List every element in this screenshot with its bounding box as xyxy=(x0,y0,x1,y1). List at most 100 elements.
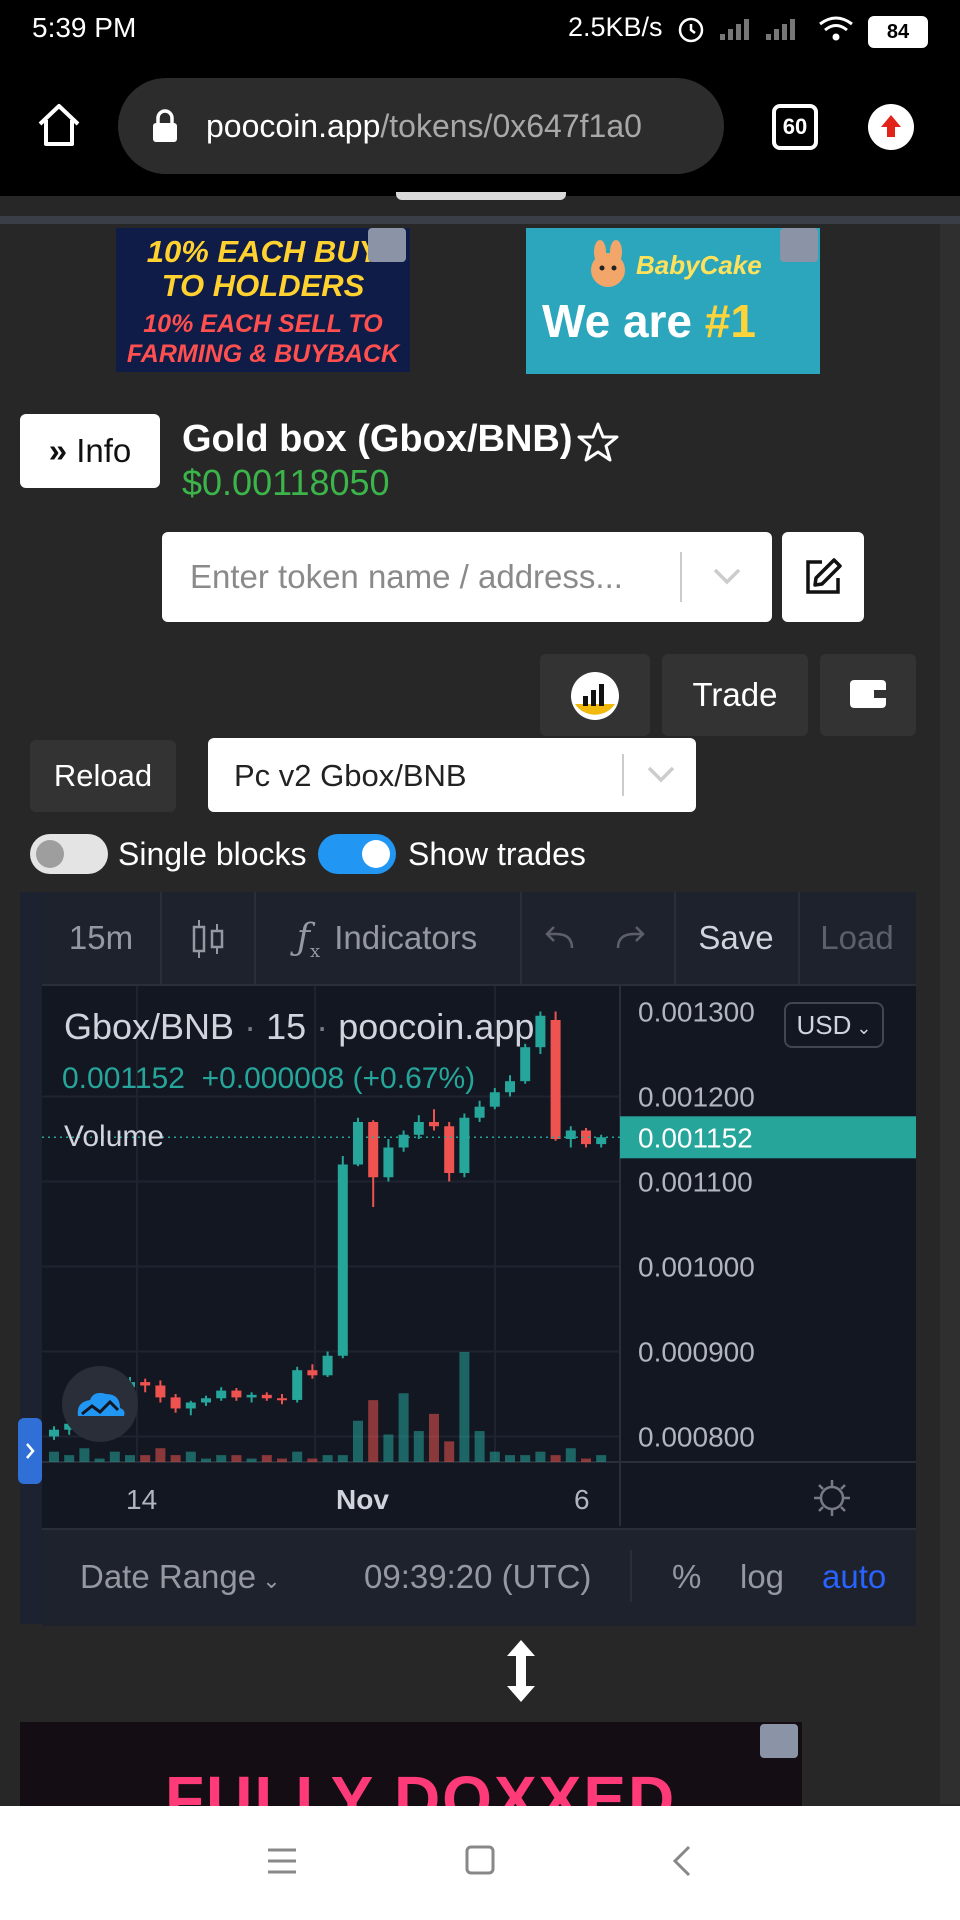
chevron-down-icon[interactable] xyxy=(710,564,744,590)
search-placeholder: Enter token name / address... xyxy=(190,558,623,595)
ad-badge-icon xyxy=(368,228,406,262)
interval-button[interactable]: 15m xyxy=(42,892,162,984)
percent-toggle[interactable]: % xyxy=(672,1558,701,1596)
candle-body xyxy=(444,1126,455,1173)
token-search-input[interactable]: Enter token name / address... xyxy=(162,532,772,622)
chevron-right-icon xyxy=(26,1443,35,1459)
volume-bar xyxy=(49,1451,59,1462)
volume-bar xyxy=(216,1455,227,1462)
time-axis[interactable] xyxy=(42,1464,916,1528)
volume-bar xyxy=(383,1434,394,1462)
chart-type-button[interactable] xyxy=(160,892,256,984)
undo-icon[interactable] xyxy=(542,922,578,954)
candle-body xyxy=(307,1370,318,1376)
show-trades-toggle[interactable] xyxy=(318,834,396,874)
redo-icon[interactable] xyxy=(612,922,648,954)
toggle-knob xyxy=(36,840,64,868)
volume-bar xyxy=(125,1455,135,1462)
chevron-down-icon: ⌄ xyxy=(851,1018,872,1038)
volume-bar xyxy=(474,1431,485,1462)
signal-icon-1 xyxy=(720,19,749,40)
volume-bar xyxy=(337,1455,348,1462)
chart-logo-button[interactable] xyxy=(62,1366,138,1442)
volume-bar xyxy=(535,1451,546,1462)
ad-tagline-text: We are xyxy=(542,295,705,347)
url-path: /tokens/0x647f1a0 xyxy=(380,108,642,144)
legend-volume: Volume xyxy=(64,1120,165,1153)
menu-icon[interactable] xyxy=(266,1846,298,1876)
legend-sep: · xyxy=(244,1006,257,1047)
divider xyxy=(0,216,960,224)
chart-button[interactable] xyxy=(540,654,650,736)
token-title: Gold box (Gbox/BNB) xyxy=(182,418,573,460)
currency-label: USD xyxy=(796,1010,852,1040)
volume-bar xyxy=(398,1393,409,1462)
home-icon[interactable] xyxy=(34,100,84,150)
save-button[interactable]: Save xyxy=(674,892,800,984)
resize-vertical-icon[interactable] xyxy=(502,1636,540,1706)
chart-toolbar: 15m ƒx Indicators Save Load xyxy=(42,892,916,986)
volume-bar xyxy=(140,1455,151,1462)
status-bar: 5:39 PM 2.5KB/s 84 xyxy=(0,0,960,60)
currency-button[interactable]: USD ⌄ xyxy=(784,1002,884,1048)
volume-bar xyxy=(459,1352,470,1462)
star-icon[interactable] xyxy=(576,420,620,464)
tab-count-button[interactable]: 60 xyxy=(772,104,818,150)
cloud-chart-icon xyxy=(77,1392,125,1416)
x-tick-label: 6 xyxy=(574,1484,590,1515)
sidebar-expand-handle[interactable] xyxy=(18,1418,42,1484)
page-gutter xyxy=(940,224,960,1804)
volume-bar xyxy=(505,1455,515,1462)
candle-body xyxy=(489,1092,500,1107)
volume-bar xyxy=(368,1400,379,1462)
volume-bar xyxy=(155,1448,166,1462)
undo-redo-group xyxy=(520,892,676,984)
volume-bar xyxy=(550,1455,561,1462)
wallet-icon xyxy=(850,680,886,708)
info-button[interactable]: » Info xyxy=(20,414,160,488)
trade-button[interactable]: Trade xyxy=(662,654,808,736)
candle-body xyxy=(550,1020,561,1139)
ad-banner-bottom[interactable]: FULLY DOXXED xyxy=(20,1722,802,1808)
wallet-button[interactable] xyxy=(820,654,916,736)
home-square-icon[interactable] xyxy=(464,1844,496,1876)
candle-body xyxy=(261,1394,272,1399)
upload-button[interactable] xyxy=(868,104,914,150)
load-button[interactable]: Load xyxy=(798,892,916,984)
double-chevron-right-icon: » xyxy=(48,432,68,469)
volume-bar xyxy=(277,1458,287,1462)
date-range-button[interactable]: Date Range ⌄ xyxy=(80,1558,281,1596)
auto-toggle[interactable]: auto xyxy=(822,1558,886,1596)
last-price-label: 0.001152 xyxy=(638,1122,753,1153)
address-bar[interactable]: poocoin.app/tokens/0x647f1a0 xyxy=(118,78,724,174)
chevron-down-icon[interactable] xyxy=(644,762,678,788)
candle-body xyxy=(368,1122,379,1178)
indicators-button[interactable]: ƒx Indicators xyxy=(254,892,522,984)
ad-tagline: We are #1 xyxy=(542,294,756,348)
ad-banner-left[interactable]: 10% EACH BUY TO HOLDERS 10% EACH SELL TO… xyxy=(116,228,410,372)
ad-text: FULLY DOXXED xyxy=(165,1763,677,1808)
candle-body xyxy=(337,1164,348,1356)
ad-banner-right[interactable]: BabyCake We are #1 xyxy=(526,228,820,374)
reload-button[interactable]: Reload xyxy=(30,740,176,812)
ad-badge-icon xyxy=(760,1724,798,1758)
function-icon: ƒx xyxy=(296,917,321,963)
log-toggle[interactable]: log xyxy=(740,1558,784,1596)
single-blocks-toggle[interactable] xyxy=(30,834,108,874)
edit-button[interactable] xyxy=(782,532,864,622)
volume-bar xyxy=(307,1458,318,1462)
ad-text: 10% EACH BUY xyxy=(146,234,380,269)
back-icon[interactable] xyxy=(670,1844,694,1878)
candle-body xyxy=(216,1390,227,1399)
info-label: Info xyxy=(76,432,132,469)
candle-body xyxy=(459,1117,470,1173)
candle-body xyxy=(353,1122,363,1165)
settings-icon[interactable] xyxy=(812,1478,852,1518)
utc-clock[interactable]: 09:39:20 (UTC) xyxy=(364,1558,591,1596)
pair-select[interactable]: Pc v2 Gbox/BNB xyxy=(208,738,696,812)
candle-body xyxy=(535,1015,546,1048)
candle-body xyxy=(596,1137,607,1145)
candle-body xyxy=(185,1402,196,1409)
volume-bar xyxy=(79,1448,90,1462)
candle-body xyxy=(474,1106,485,1118)
